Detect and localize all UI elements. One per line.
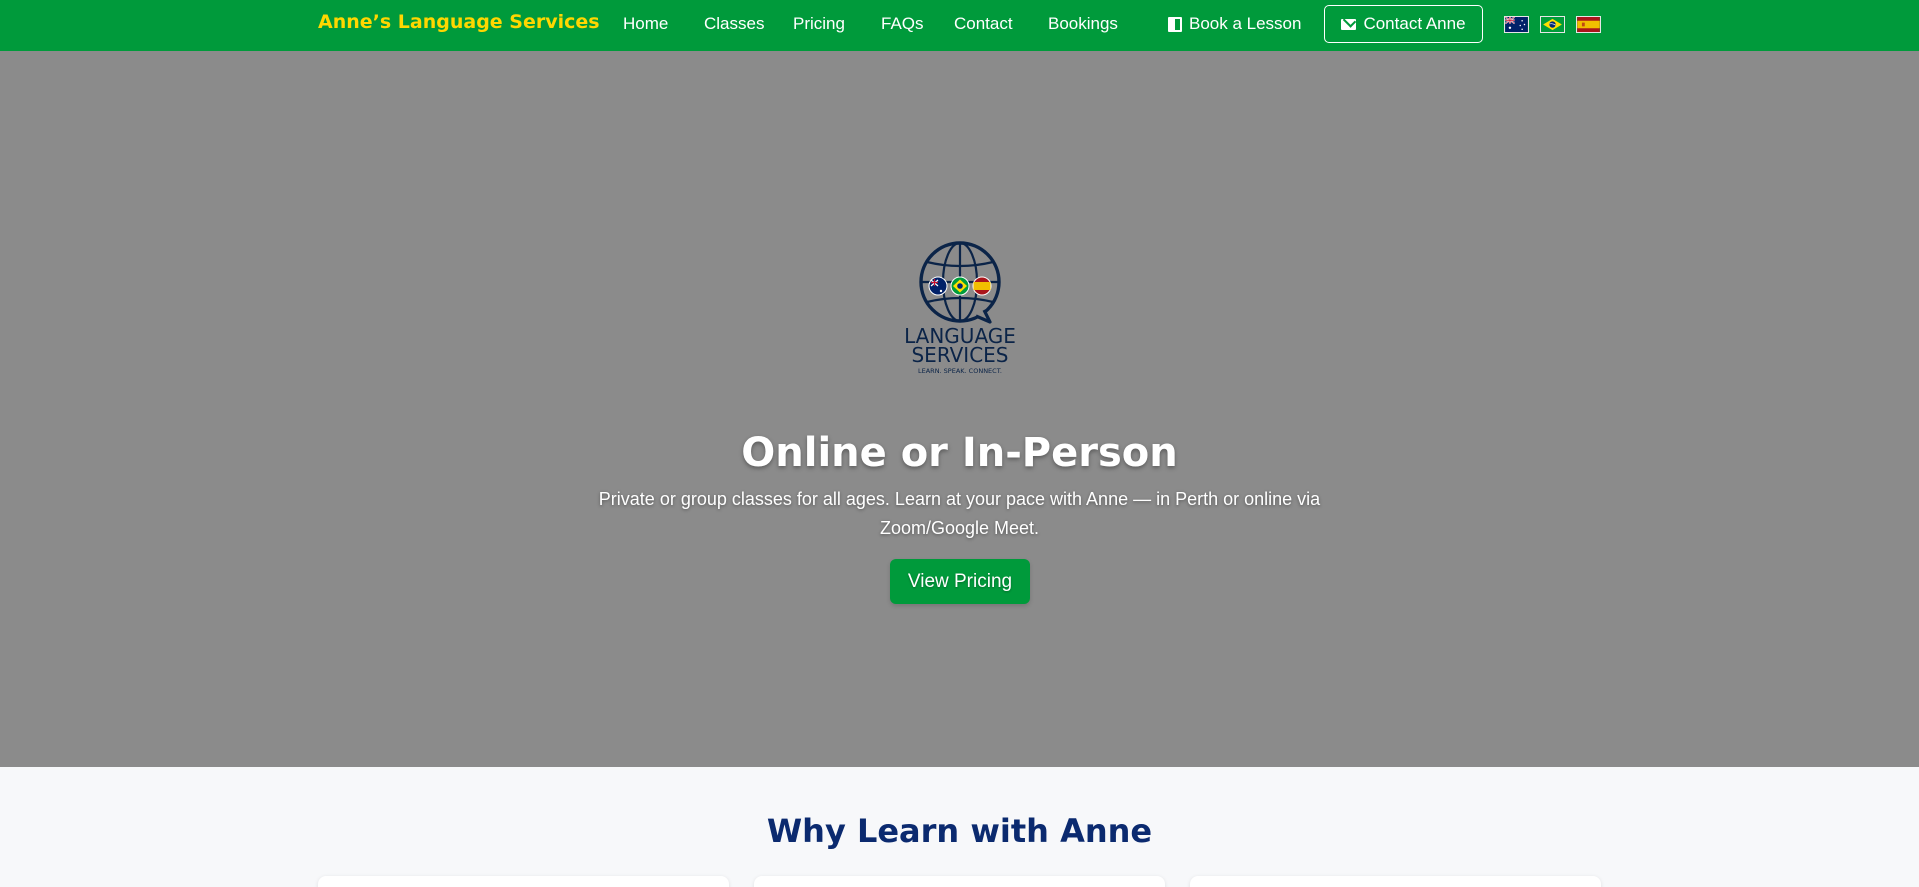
language-services-logo: LANGUAGE SERVICES LEARN. SPEAK. CONNECT. <box>904 241 1016 375</box>
logo-tagline: LEARN. SPEAK. CONNECT. <box>918 367 1002 375</box>
nav-link-home[interactable]: Home <box>623 14 668 34</box>
hero-section: LANGUAGE SERVICES LEARN. SPEAK. CONNECT.… <box>0 51 1919 767</box>
book-lesson-label: Book a Lesson <box>1189 14 1302 33</box>
feature-card <box>754 876 1165 887</box>
brand-link[interactable]: Anne’s Language Services <box>318 11 600 33</box>
feature-card <box>1190 876 1601 887</box>
contact-anne-label: Contact Anne <box>1363 14 1466 33</box>
top-navbar: Anne’s Language Services Home Classes Pr… <box>0 0 1919 51</box>
nav-link-contact[interactable]: Contact <box>954 14 1013 34</box>
brazil-flag-icon[interactable] <box>1540 16 1565 33</box>
envelope-icon <box>1341 18 1357 30</box>
spain-flag-icon[interactable] <box>1576 16 1601 33</box>
why-learn-section: Why Learn with Anne <box>0 767 1919 887</box>
nav-link-faqs[interactable]: FAQs <box>881 14 924 34</box>
section-heading: Why Learn with Anne <box>766 812 1153 850</box>
hero-subtitle: Private or group classes for all ages. L… <box>598 489 1321 538</box>
nav-link-bookings[interactable]: Bookings <box>1048 14 1118 34</box>
book-icon <box>1168 16 1182 32</box>
logo-line2: SERVICES <box>911 343 1008 367</box>
feature-card <box>318 876 729 887</box>
nav-link-pricing[interactable]: Pricing <box>793 14 845 34</box>
australia-flag-icon[interactable] <box>1504 16 1529 33</box>
hero-title: Online or In-Person <box>741 430 1178 476</box>
nav-link-classes[interactable]: Classes <box>704 14 764 34</box>
view-pricing-button[interactable]: View Pricing <box>890 559 1030 604</box>
book-lesson-link[interactable]: Book a Lesson <box>1168 14 1301 34</box>
contact-anne-button[interactable]: Contact Anne <box>1324 5 1483 43</box>
